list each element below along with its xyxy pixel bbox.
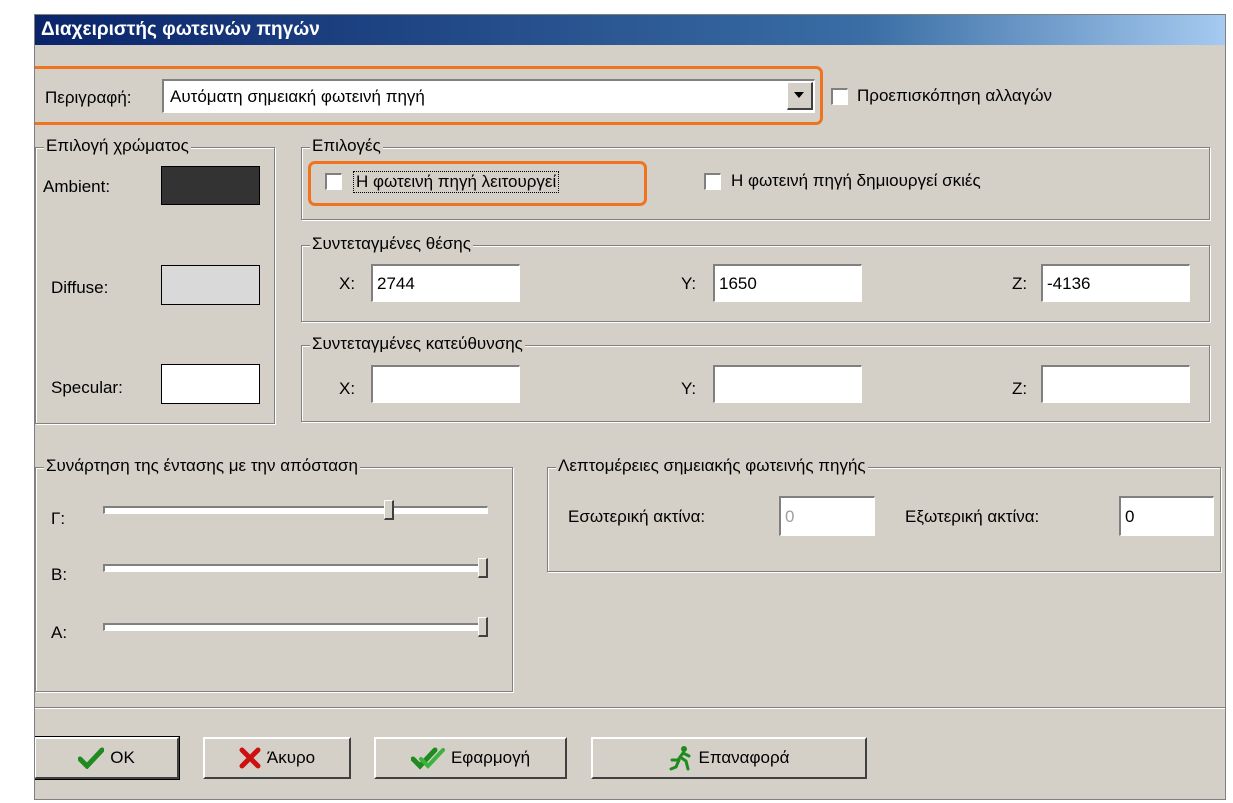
- a-slider-track[interactable]: [103, 623, 488, 631]
- ambient-color-swatch[interactable]: [161, 166, 260, 205]
- checkmark-icon: [78, 747, 105, 769]
- ok-button[interactable]: OK: [35, 736, 180, 780]
- direction-z-label: Z:: [1012, 379, 1028, 398]
- direction-x-input[interactable]: [371, 365, 520, 403]
- shadows-checkbox[interactable]: [704, 173, 721, 190]
- gamma-slider-track[interactable]: [103, 506, 488, 514]
- light-on-highlight: [308, 161, 647, 206]
- position-y-input[interactable]: [713, 264, 862, 302]
- spot-group-title: Λεπτομέρειες σημειακής φωτεινής πηγής: [556, 456, 868, 476]
- description-highlight: [35, 66, 823, 125]
- position-x-label: X:: [339, 274, 356, 293]
- preview-checkbox[interactable]: [831, 88, 848, 105]
- position-x-input[interactable]: [371, 264, 520, 302]
- position-group-title: Συντεταγμένες θέσης: [310, 234, 473, 254]
- gamma-label: Γ:: [51, 509, 66, 528]
- specular-label: Specular:: [51, 378, 123, 397]
- a-label: A:: [51, 623, 68, 642]
- a-slider-thumb[interactable]: [478, 617, 488, 637]
- gamma-slider-thumb[interactable]: [384, 500, 395, 520]
- b-slider-thumb[interactable]: [478, 558, 488, 578]
- cancel-button[interactable]: Άκυρο: [203, 737, 351, 779]
- ambient-label: Ambient:: [43, 177, 111, 196]
- close-icon: [239, 747, 261, 769]
- color-group-title: Επιλογή χρώματος: [44, 136, 191, 156]
- reset-button-label: Επαναφορά: [698, 748, 790, 767]
- shadows-label: Η φωτεινή πηγή δημιουργεί σκιές: [731, 171, 981, 190]
- light-manager-window: Διαχειριστής φωτεινών πηγών Περιγραφή: Α…: [34, 14, 1226, 800]
- inner-radius-input[interactable]: [779, 496, 875, 536]
- apply-button-label: Εφαρμογή: [450, 748, 531, 767]
- position-z-label: Z:: [1012, 274, 1028, 293]
- direction-y-input[interactable]: [713, 365, 862, 403]
- attenuation-group: Συνάρτηση της έντασης με την απόσταση: [35, 456, 513, 692]
- title-bar: Διαχειριστής φωτεινών πηγών: [35, 15, 1225, 45]
- specular-color-swatch[interactable]: [161, 364, 260, 404]
- apply-button[interactable]: Εφαρμογή: [374, 737, 567, 779]
- ok-button-label: OK: [110, 748, 135, 767]
- direction-z-input[interactable]: [1041, 365, 1190, 403]
- inner-radius-label: Εσωτερική ακτίνα:: [568, 507, 706, 526]
- button-bar-divider: [35, 707, 1225, 709]
- b-label: B:: [51, 565, 68, 584]
- direction-group-title: Συντεταγμένες κατεύθυνσης: [310, 334, 525, 354]
- b-slider-track[interactable]: [103, 564, 488, 572]
- running-man-icon: [669, 746, 691, 771]
- direction-y-label: Y:: [681, 379, 697, 398]
- direction-x-label: X:: [339, 379, 356, 398]
- diffuse-color-swatch[interactable]: [161, 265, 260, 305]
- attenuation-group-title: Συνάρτηση της έντασης με την απόσταση: [44, 456, 360, 476]
- preview-label: Προεπισκόπηση αλλαγών: [857, 86, 1053, 105]
- double-checkmark-icon: [410, 747, 445, 770]
- diffuse-label: Diffuse:: [51, 278, 109, 297]
- position-y-label: Y:: [681, 274, 697, 293]
- options-group-title: Επιλογές: [310, 136, 383, 156]
- reset-button[interactable]: Επαναφορά: [591, 737, 867, 779]
- cancel-button-label: Άκυρο: [266, 748, 316, 767]
- outer-radius-label: Εξωτερική ακτίνα:: [905, 507, 1040, 526]
- position-z-input[interactable]: [1041, 264, 1190, 302]
- outer-radius-input[interactable]: [1119, 496, 1214, 536]
